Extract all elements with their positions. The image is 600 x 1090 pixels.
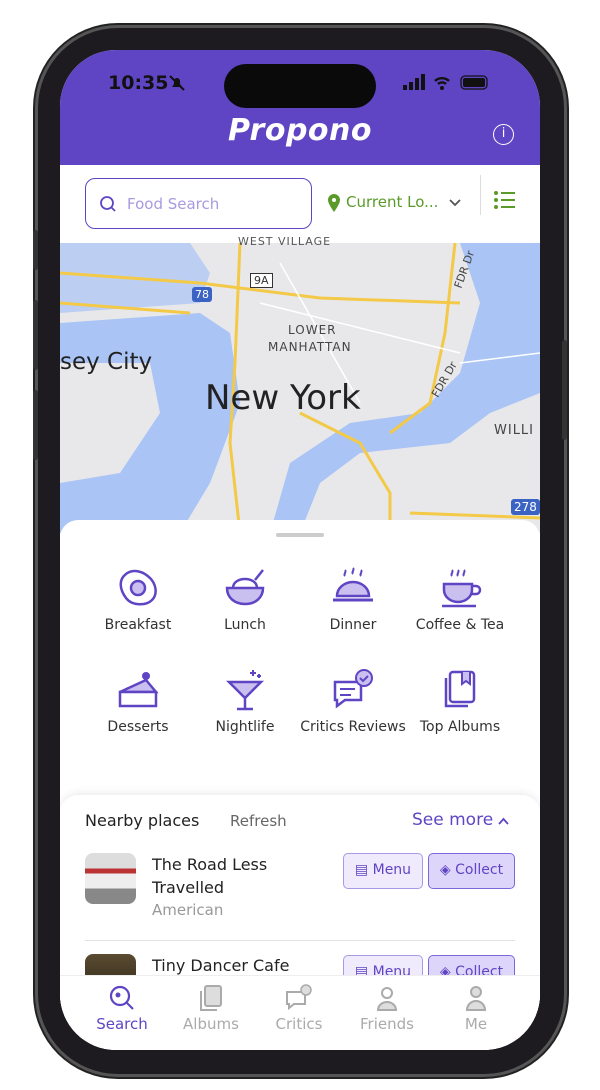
collect-label: Collect [455,862,504,878]
category-breakfast[interactable]: Breakfast [83,566,193,635]
menu-button[interactable]: ▤ Menu [343,853,423,889]
chevron-up-icon[interactable] [498,817,509,825]
user-icon [465,986,487,1011]
location-pin-icon [328,194,340,212]
map-label: WILLI [494,423,535,438]
place-list-item[interactable]: The Road Less Travelled American ▤ Menu … [85,853,515,933]
category-label: Dinner [329,617,377,633]
nearby-title: Nearby places [85,811,200,830]
category-nightlife[interactable]: Nightlife [190,668,300,737]
tab-label: Friends [360,1015,414,1033]
list-view-icon[interactable] [494,191,516,211]
app-header: 10:35 Propono i [60,50,540,165]
fried-egg-icon [119,569,157,606]
search-bar: Food Search Current Lo... [60,165,540,243]
search-icon [109,985,134,1010]
category-label: Breakfast [104,617,172,633]
food-search-input[interactable]: Food Search [85,178,312,229]
category-top-albums[interactable]: Top Albums [405,668,515,737]
highway-shield: 78 [192,287,212,302]
tab-search[interactable]: Search [82,984,162,1033]
bottom-tab-bar: Search Albums Critics Friends Me [60,975,540,1050]
category-desserts[interactable]: Desserts [83,668,193,737]
divider [480,175,481,215]
category-critics-reviews[interactable]: Critics Reviews [298,668,408,737]
map-label-city: New York [205,378,361,418]
place-cuisine: American [152,901,224,919]
category-lunch[interactable]: Lunch [190,566,300,635]
tab-critics[interactable]: Critics [259,984,339,1033]
category-label: Desserts [107,719,169,735]
map-label: MANHATTAN [268,340,352,354]
status-icons [403,74,488,90]
tab-label: Albums [183,1015,239,1033]
refresh-button[interactable]: Refresh [230,812,287,830]
category-coffee-tea[interactable]: Coffee & Tea [405,566,515,635]
cloche-icon [333,567,373,602]
map-label: WEST VILLAGE [238,235,332,248]
mute-switch [33,230,38,270]
tab-friends[interactable]: Friends [347,984,427,1033]
dynamic-island [224,64,376,108]
tab-albums[interactable]: Albums [171,984,251,1033]
app-screen: 10:35 Propono i Food Search Current Lo..… [60,50,540,1050]
info-icon[interactable]: i [493,124,514,145]
place-name: Tiny Dancer Cafe [152,956,290,975]
bottom-sheet: Breakfast Lunch Dinner Coffee & Tea Dess… [60,520,540,1050]
highway-shield: 278 [511,499,540,515]
search-placeholder: Food Search [127,195,220,213]
power-button [562,340,567,440]
category-label: Lunch [224,617,266,633]
category-label: Coffee & Tea [415,617,505,633]
album-book-icon [444,670,476,708]
collect-button[interactable]: ◈ Collect [428,853,515,889]
tab-label: Me [464,1015,488,1033]
volume-up-button [33,300,38,370]
place-name: The Road Less Travelled [152,855,268,897]
rice-bowl-icon [225,569,265,606]
tab-me[interactable]: Me [436,984,516,1033]
map-label: LOWER [288,323,337,337]
category-label: Top Albums [419,719,501,735]
route-shield: 9A [250,273,273,288]
cake-icon [118,672,159,708]
friends-icon [376,987,398,1011]
see-more-button[interactable]: See more [412,810,493,830]
tab-label: Search [96,1015,148,1033]
coffee-cup-icon [442,569,482,608]
tab-label: Critics [275,1015,323,1033]
bell-muted-icon [169,75,185,91]
search-icon [100,196,116,212]
location-label: Current Lo... [346,193,439,211]
cocktail-icon [225,670,265,711]
review-bubble-icon [333,669,373,709]
divider [85,940,515,941]
category-dinner[interactable]: Dinner [298,566,408,635]
category-label: Nightlife [215,719,275,735]
category-label: Critics Reviews [300,719,406,735]
app-logo: Propono [227,113,373,148]
map-label: sey City [60,349,153,375]
menu-label: Menu [372,862,412,878]
chevron-down-icon [449,199,461,207]
map-view[interactable]: WEST VILLAGE 78 9A LOWER MANHATTAN sey C… [60,235,540,534]
critics-icon [286,984,312,1011]
status-time: 10:35 [108,72,169,94]
drag-handle[interactable] [276,533,324,537]
album-icon [200,985,222,1011]
place-thumbnail [85,853,136,904]
volume-down-button [33,390,38,460]
